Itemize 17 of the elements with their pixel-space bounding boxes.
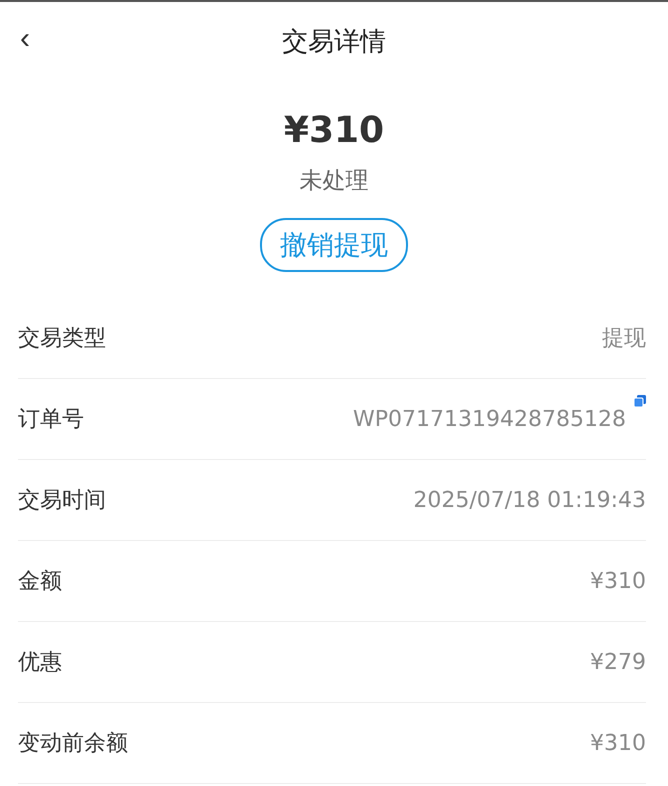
row-label: 变动前余额	[18, 730, 128, 758]
row-value: ¥310	[590, 568, 646, 594]
row-value: 2025/07/18 01:19:43	[413, 488, 646, 512]
row-label: 订单号	[18, 406, 84, 434]
status-text: 未处理	[300, 167, 368, 196]
copy-icon[interactable]	[634, 394, 646, 406]
row-label: 金额	[18, 568, 62, 596]
row-value: ¥279	[590, 650, 646, 674]
row-label: 交易时间	[18, 487, 106, 515]
row-label: 优惠	[18, 649, 62, 677]
back-button[interactable]: ‹	[14, 24, 36, 54]
row-value: 提现	[602, 325, 646, 353]
amount-text: ¥310	[284, 110, 384, 151]
row-value: WP07171319428785128	[353, 406, 626, 432]
page-title: 交易详情	[282, 26, 386, 58]
row-label: 交易类型	[18, 325, 106, 353]
row-value: ¥310	[590, 730, 646, 756]
